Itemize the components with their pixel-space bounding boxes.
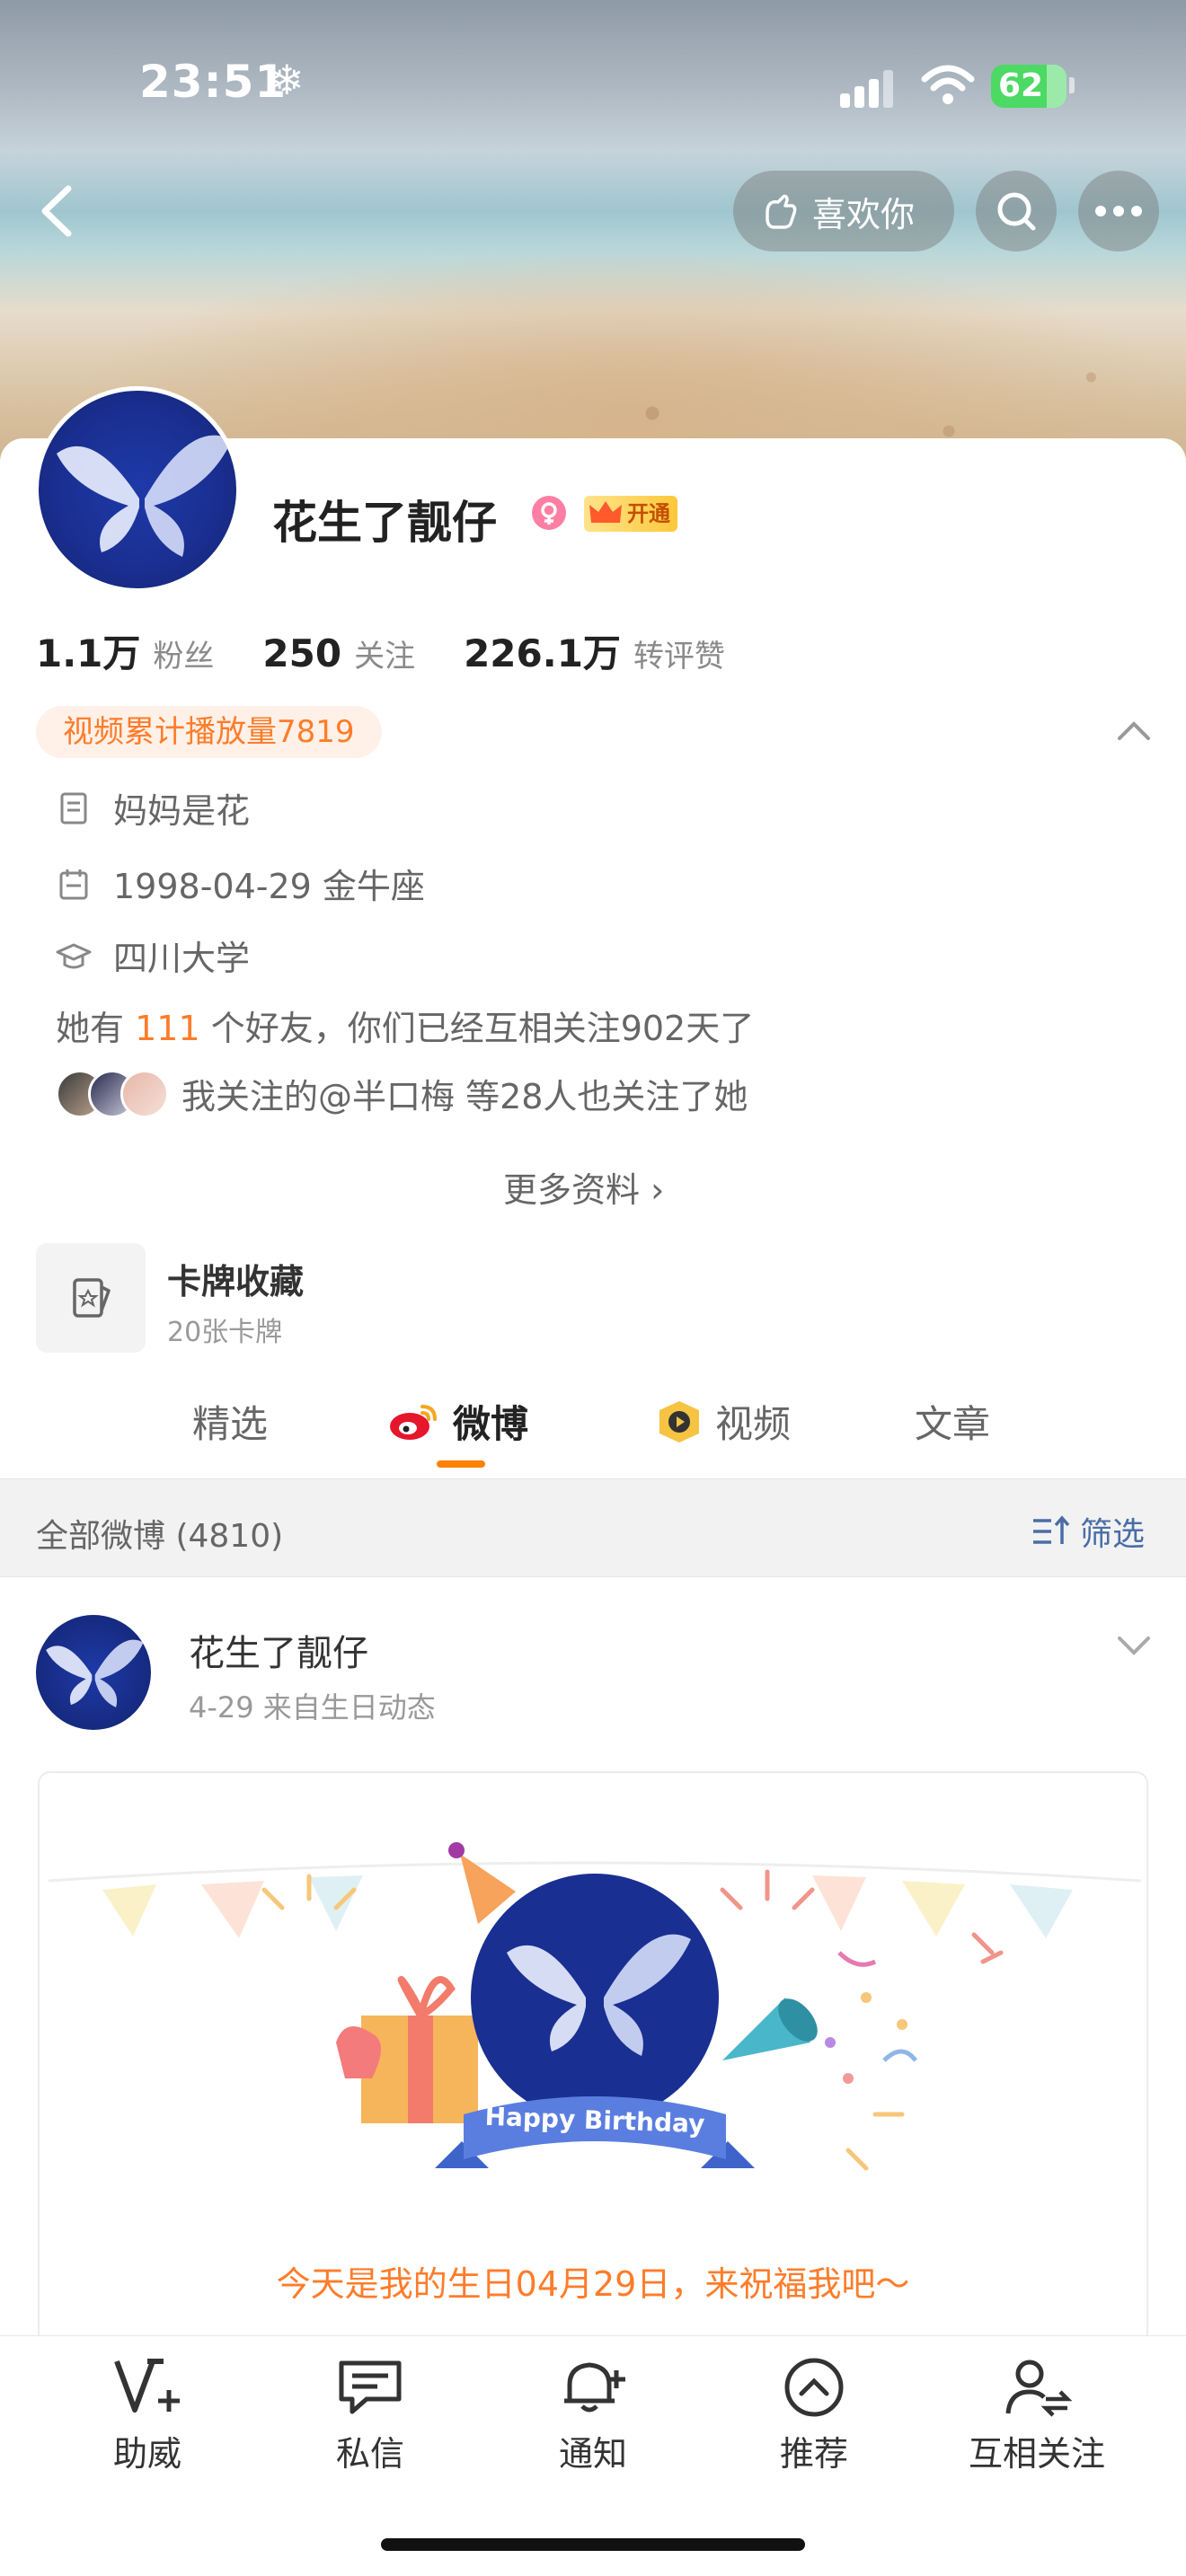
nickname: 花生了靓仔 [272, 497, 497, 549]
school-text: 四川大学 [113, 939, 251, 978]
crown-icon [589, 501, 622, 523]
avatar[interactable] [34, 386, 241, 593]
card-collection-icon [73, 1278, 111, 1318]
tab-featured[interactable]: 精选 [192, 1394, 268, 1449]
cellular-signal-icon [840, 68, 901, 108]
profile-stats: 1.1万 粉丝 250 关注 226.1万 转评赞 [36, 623, 725, 678]
wifi-icon [921, 65, 975, 104]
search-button[interactable] [976, 171, 1057, 251]
post-author-avatar[interactable] [36, 1615, 151, 1730]
post-filter-bar: 全部微博 (4810) 筛选 [0, 1478, 1186, 1577]
filter-label: 筛选 [1080, 1516, 1146, 1553]
more-button[interactable] [1078, 171, 1159, 251]
message-button[interactable]: 私信 [289, 2356, 451, 2475]
like-you-button[interactable]: 喜欢你 [733, 171, 954, 251]
bio-text: 妈妈是花 [113, 791, 251, 831]
tab-video-label: 视频 [715, 1402, 792, 1446]
mutual-follow-label: 互相关注 [968, 2434, 1105, 2474]
sort-filter-icon [1033, 1515, 1070, 1544]
vip-label: 开通 [627, 501, 670, 526]
birthday-text: 1998-04-29 金牛座 [113, 867, 425, 906]
tab-articles[interactable]: 文章 [915, 1394, 990, 1449]
home-indicator [381, 2538, 805, 2551]
status-bar: 23:51 ❄ 62 [0, 0, 1186, 171]
battery-level: 62 [998, 67, 1044, 104]
more-dots-icon [1095, 206, 1142, 216]
status-time: 23:51 [139, 56, 288, 108]
cheer-button[interactable]: 助威 [66, 2356, 228, 2475]
battery-nub [1069, 77, 1075, 93]
vip-open-badge[interactable]: 开通 [584, 496, 677, 532]
friends-count[interactable]: 111 [135, 1009, 200, 1048]
bell-plus-icon [564, 2362, 625, 2413]
graduation-cap-icon [56, 943, 92, 968]
chevron-down-icon[interactable] [1114, 1631, 1154, 1658]
mutual-follow-text: 我关注的@半口梅 等28人也关注了她 [181, 1077, 748, 1116]
calendar-icon [59, 869, 88, 899]
cheer-label: 助威 [112, 2434, 181, 2474]
birthday-message: 今天是我的生日04月29日，来祝福我吧～ [276, 2264, 910, 2304]
notify-label: 通知 [558, 2434, 627, 2474]
video-plays-tag[interactable]: 视频累计播放量7819 [36, 706, 382, 758]
birthday-illustration [48, 1842, 1142, 2171]
female-gender-icon [532, 496, 566, 530]
more-info-link[interactable]: 更多资料 › [503, 1162, 664, 1212]
back-button[interactable] [27, 180, 90, 243]
post-author-name[interactable]: 花生了靓仔 [189, 1624, 368, 1676]
document-icon [60, 792, 87, 824]
friends-suffix: 个好友，你们已经互相关注902天了 [199, 1009, 755, 1048]
tab-weibo[interactable]: 微博 [388, 1394, 528, 1449]
active-tab-indicator [437, 1460, 485, 1468]
interactions-label: 转评赞 [633, 639, 725, 675]
post-meta: 4-29 来自生日动态 [189, 1690, 436, 1725]
card-collection-title[interactable]: 卡牌收藏 [167, 1254, 304, 1303]
like-you-label: 喜欢你 [812, 194, 916, 234]
chevron-up-circle-icon [784, 2358, 844, 2417]
card-collection-subtitle: 20张卡牌 [167, 1317, 283, 1348]
hand-heart-icon [766, 194, 797, 229]
search-icon [997, 192, 1036, 231]
mutual-follow-button[interactable]: 互相关注 [956, 2356, 1118, 2475]
birthday-row: 1998-04-29 金牛座 [56, 859, 425, 908]
weibo-logo-icon [390, 1404, 437, 1440]
fans-count[interactable]: 1.1万 [36, 623, 140, 678]
all-posts-count: 全部微博 (4810) [36, 1518, 284, 1555]
chat-icon [339, 2360, 402, 2414]
recommend-button[interactable]: 推荐 [733, 2356, 895, 2475]
notify-button[interactable]: 通知 [512, 2356, 674, 2475]
following-label[interactable]: 关注 [354, 631, 415, 675]
chevron-up-icon[interactable] [1114, 717, 1154, 744]
tab-video[interactable]: 视频 [654, 1394, 791, 1449]
card-collection-button[interactable] [36, 1243, 146, 1353]
bio-row: 妈妈是花 [56, 783, 250, 833]
fans-label[interactable]: 粉丝 [153, 631, 214, 675]
filter-button[interactable]: 筛选 [1031, 1508, 1145, 1555]
school-row: 四川大学 [56, 931, 250, 980]
tab-articles-label: 文章 [915, 1402, 991, 1446]
mutual-follow-row[interactable]: 我关注的@半口梅 等28人也关注了她 [56, 1069, 748, 1118]
user-mutual-icon [1005, 2360, 1073, 2417]
butterfly-image [46, 1639, 144, 1707]
following-count[interactable]: 250 [262, 631, 341, 675]
mutual-friends-line: 她有 111 个好友，你们已经互相关注902天了 [56, 1001, 754, 1050]
cheer-v-plus-icon [114, 2359, 180, 2413]
mutual-avatar [120, 1069, 169, 1118]
tab-weibo-label: 微博 [453, 1402, 529, 1446]
interactions-count: 226.1万 [464, 631, 621, 675]
snowflake-icon: ❄ [270, 56, 305, 104]
video-badge-icon [659, 1400, 699, 1442]
recommend-label: 推荐 [779, 2434, 848, 2474]
message-label: 私信 [335, 2434, 404, 2474]
battery-icon: 62 [991, 65, 1067, 108]
tab-featured-label: 精选 [192, 1402, 269, 1446]
butterfly-image [57, 435, 232, 557]
friends-prefix: 她有 [56, 1009, 136, 1048]
birthday-card[interactable]: Happy Birthday 今天是我的生日04月29日，来祝福我吧～ [38, 1771, 1148, 2400]
